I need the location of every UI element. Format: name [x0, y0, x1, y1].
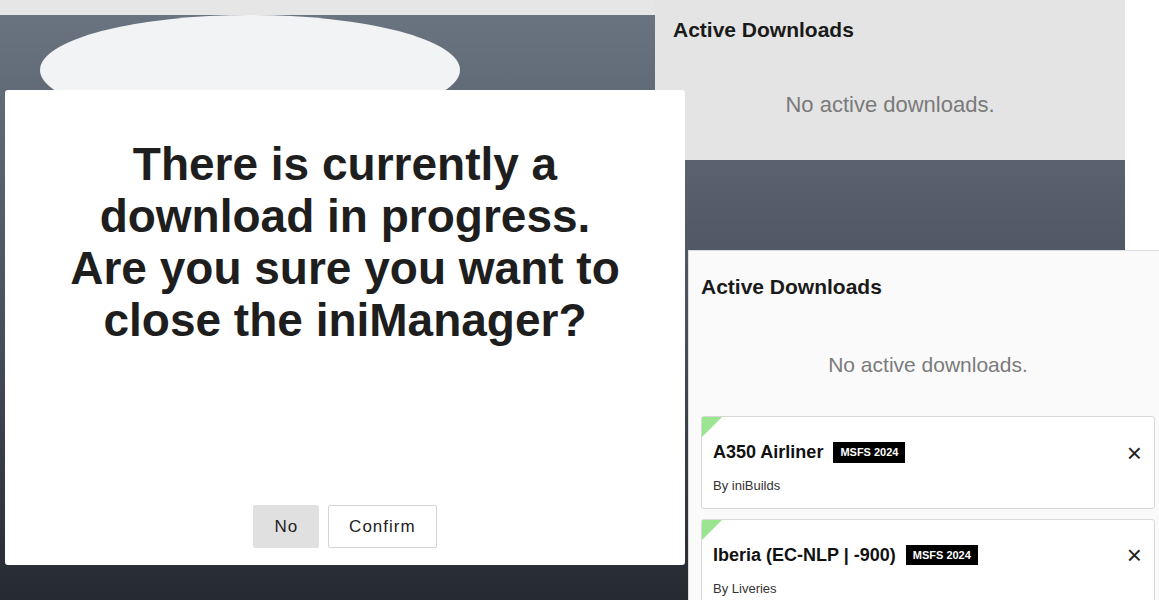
- item-author: By iniBuilds: [713, 476, 1144, 496]
- close-button[interactable]: ×: [1125, 542, 1144, 568]
- no-button[interactable]: No: [253, 505, 319, 549]
- corner-status-icon: [702, 417, 722, 437]
- dialog-buttons: NoConfirm: [253, 505, 436, 549]
- card-header: A350 Airliner MSFS 2024 ×: [713, 439, 1144, 466]
- dialog-message: There is currently a download in progres…: [65, 138, 625, 346]
- downloads-panel: Active Downloads No active downloads. A350…: [688, 250, 1159, 600]
- corner-status-icon: [702, 520, 722, 540]
- panel-title: Active Downloads: [701, 251, 1159, 303]
- platform-badge: MSFS 2024: [906, 545, 978, 566]
- platform-badge: MSFS 2024: [833, 442, 905, 463]
- item-name: Iberia (EC-NLP | -900): [713, 542, 896, 569]
- item-author: By Liveries: [713, 579, 1144, 599]
- download-list: A350 Airliner MSFS 2024 × By iniBuilds Iberi…: [701, 416, 1159, 600]
- empty-text: No active downloads.: [701, 349, 1159, 381]
- empty-text: No active downloads.: [655, 88, 1125, 121]
- close-button[interactable]: ×: [1125, 440, 1144, 466]
- item-name: A350 Airliner: [713, 439, 823, 466]
- confirm-dialog: There is currently a download in progres…: [5, 90, 685, 565]
- top-strip: [0, 0, 655, 15]
- download-card[interactable]: Iberia (EC-NLP | -900) MSFS 2024 × By Liver…: [701, 519, 1155, 600]
- panel-title: Active Downloads: [655, 0, 1125, 46]
- card-header: Iberia (EC-NLP | -900) MSFS 2024 ×: [713, 542, 1144, 569]
- background-downloads-panel: Active Downloads No active downloads.: [655, 0, 1125, 160]
- confirm-button[interactable]: Confirm: [328, 505, 437, 549]
- download-card[interactable]: A350 Airliner MSFS 2024 × By iniBuilds: [701, 416, 1155, 509]
